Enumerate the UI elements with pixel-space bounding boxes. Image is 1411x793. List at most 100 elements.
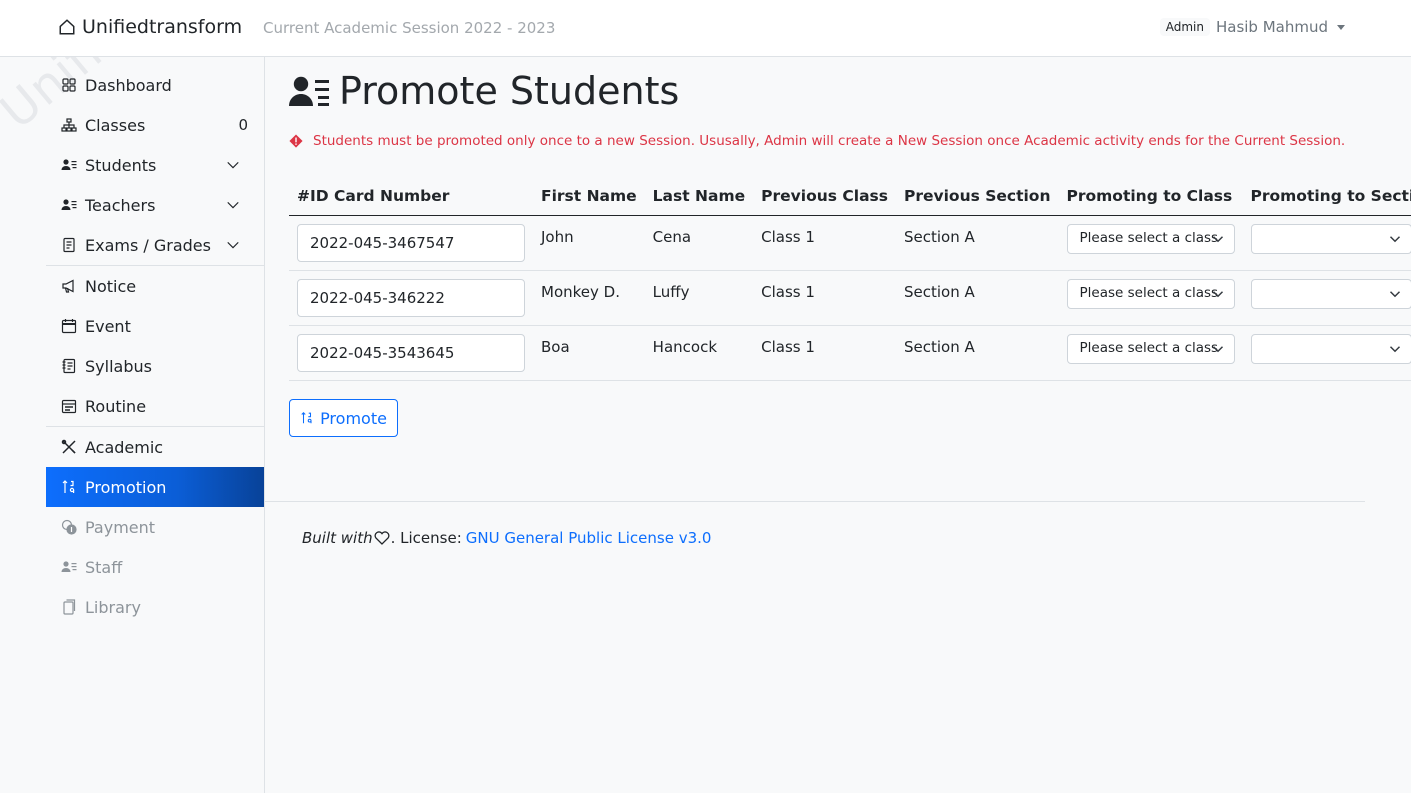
sidebar-item-label: Payment	[85, 517, 156, 537]
promoting-class-select[interactable]: Please select a class	[1066, 224, 1235, 254]
promote-button[interactable]: Promote	[289, 399, 398, 437]
select-value: Please select a class	[1079, 285, 1219, 301]
sidebar-item-label: Students	[85, 155, 157, 175]
journals-icon	[63, 599, 76, 615]
col-promoting-section: Promoting to Section	[1242, 177, 1411, 216]
sidebar-item-label: Syllabus	[85, 356, 152, 376]
col-promoting-class: Promoting to Class	[1058, 177, 1243, 216]
footer-divider	[265, 501, 1365, 502]
chevron-down-icon	[227, 201, 239, 209]
sidebar-item-promotion[interactable]: Promotion	[46, 467, 264, 507]
sort-numeric-icon	[62, 480, 75, 493]
calendar-range-icon	[61, 399, 77, 414]
last-name-cell: Hancock	[644, 325, 754, 381]
session-label: Current Academic Session 2022 - 2023	[263, 19, 556, 37]
tools-icon	[61, 439, 76, 454]
diagram-icon	[61, 118, 77, 132]
id-card-input[interactable]	[297, 334, 525, 372]
sidebar-item-dashboard[interactable]: Dashboard	[46, 65, 264, 105]
sidebar-item-classes[interactable]: Classes 0	[46, 105, 264, 145]
sidebar-item-staff[interactable]: Staff	[46, 547, 264, 587]
sidebar-item-syllabus[interactable]: Syllabus	[46, 346, 264, 386]
sidebar-item-label: Classes	[85, 115, 146, 135]
house-icon	[59, 19, 75, 35]
promoting-class-select[interactable]: Please select a class	[1066, 279, 1235, 309]
sidebar-item-teachers[interactable]: Teachers	[46, 185, 264, 225]
classes-count: 0	[238, 116, 248, 134]
role-badge: Admin	[1159, 18, 1210, 36]
col-id-card: #ID Card Number	[289, 177, 533, 216]
main-content: Promote Students Students must be promot…	[265, 57, 1411, 793]
page-title-text: Promote Students	[339, 69, 680, 113]
sidebar-item-label: Routine	[85, 396, 147, 416]
journal-icon	[62, 358, 76, 374]
dropdown-caret-icon	[1337, 24, 1345, 30]
previous-section-cell: Section A	[895, 325, 1059, 381]
select-value: Please select a class	[1079, 340, 1219, 356]
col-last-name: Last Name	[644, 177, 754, 216]
license-link[interactable]: GNU General Public License v3.0	[466, 529, 712, 547]
promoting-section-select[interactable]	[1250, 334, 1411, 364]
chevron-down-icon	[1389, 291, 1400, 298]
exclamation-diamond-icon	[289, 134, 303, 148]
sidebar-item-notice[interactable]: Notice	[46, 266, 264, 306]
first-name-cell: John	[533, 215, 645, 271]
alert-text: Students must be promoted only once to a…	[313, 133, 1346, 149]
table-row: Boa Hancock Class 1 Section A Please sel…	[289, 325, 1411, 381]
id-card-input[interactable]	[297, 279, 525, 317]
calendar-icon	[61, 319, 77, 334]
sidebar-item-payment[interactable]: Payment	[46, 507, 264, 547]
sidebar-item-label: Library	[85, 597, 141, 617]
first-name-cell: Monkey D.	[533, 270, 645, 326]
previous-section-cell: Section A	[895, 215, 1059, 271]
sidebar-item-label: Dashboard	[85, 75, 172, 95]
promote-button-label: Promote	[320, 408, 387, 428]
file-text-icon	[63, 237, 75, 253]
sidebar-item-library[interactable]: Library	[46, 587, 264, 627]
person-lines-icon	[289, 76, 329, 106]
heart-icon	[374, 531, 390, 545]
promoting-class-select[interactable]: Please select a class	[1066, 334, 1235, 364]
sort-numeric-icon	[301, 412, 312, 424]
chevron-down-icon	[1212, 236, 1223, 243]
promoting-section-select[interactable]	[1250, 224, 1411, 254]
previous-class-cell: Class 1	[753, 325, 896, 381]
sidebar-item-label: Exams / Grades	[85, 235, 211, 255]
chevron-down-icon	[1389, 346, 1400, 353]
sidebar-item-label: Staff	[85, 557, 123, 577]
chevron-down-icon	[1212, 291, 1223, 298]
sidebar-item-exams-grades[interactable]: Exams / Grades	[46, 225, 264, 265]
brand-link[interactable]: Unifiedtransform	[58, 16, 242, 38]
id-card-input[interactable]	[297, 224, 525, 262]
chevron-down-icon	[227, 241, 239, 249]
footer: Built with . License: GNU General Public…	[302, 529, 711, 547]
megaphone-icon	[62, 279, 74, 293]
sidebar-item-label: Promotion	[85, 477, 167, 497]
select-value: Please select a class	[1079, 230, 1219, 246]
sidebar-item-students[interactable]: Students	[46, 145, 264, 185]
sidebar-item-label: Teachers	[85, 195, 156, 215]
sidebar-item-event[interactable]: Event	[46, 306, 264, 346]
coins-icon	[61, 519, 77, 535]
user-menu[interactable]: Admin Hasib Mahmud	[1159, 18, 1345, 36]
table-row: Monkey D. Luffy Class 1 Section A Please…	[289, 270, 1411, 326]
sidebar-item-label: Notice	[85, 276, 137, 296]
brand-name: Unifiedtransform	[82, 16, 243, 38]
sidebar-item-label: Academic	[85, 437, 164, 457]
sidebar: Unifiedtransform Dashboard Classes 0 Stu…	[0, 57, 265, 793]
sidebar-item-label: Event	[85, 316, 131, 336]
chevron-down-icon	[1212, 346, 1223, 353]
col-previous-section: Previous Section	[895, 177, 1059, 216]
promoting-section-select[interactable]	[1250, 279, 1411, 309]
grid-icon	[62, 78, 76, 92]
top-navbar: Unifiedtransform Current Academic Sessio…	[0, 0, 1411, 57]
sidebar-item-routine[interactable]: Routine	[46, 386, 264, 426]
last-name-cell: Luffy	[644, 270, 754, 326]
sidebar-item-academic[interactable]: Academic	[46, 427, 264, 467]
chevron-down-icon	[1389, 236, 1400, 243]
table-header-row: #ID Card Number First Name Last Name Pre…	[289, 177, 1411, 216]
page-title: Promote Students	[289, 69, 679, 113]
col-first-name: First Name	[533, 177, 645, 216]
table-row: John Cena Class 1 Section A Please selec…	[289, 215, 1411, 271]
person-lines-icon	[61, 561, 77, 572]
